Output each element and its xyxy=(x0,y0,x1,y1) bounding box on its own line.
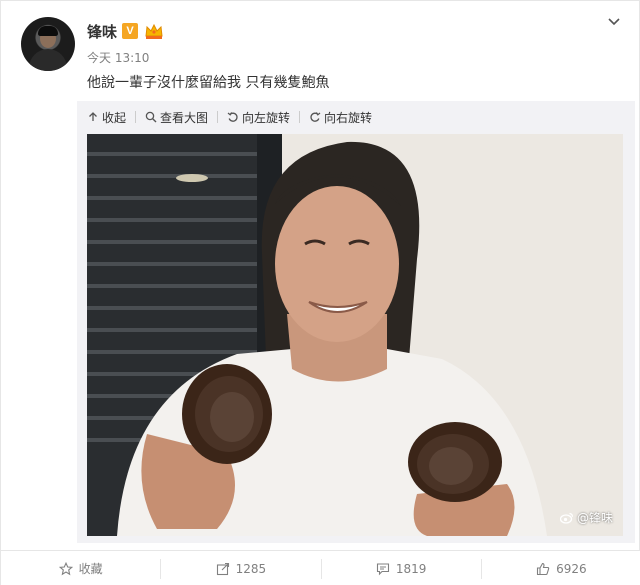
avatar-hair-shape xyxy=(38,26,58,36)
photo-illustration xyxy=(87,134,623,536)
comment-icon xyxy=(376,562,389,575)
rotate-left-label: 向左旋转 xyxy=(242,110,291,125)
view-large-label: 查看大图 xyxy=(160,110,209,125)
post-action-bar: 收藏 1285 1819 6926 xyxy=(1,550,640,585)
post-text: 他說一輩子沒什麼留給我 只有幾隻鮑魚 xyxy=(87,75,330,91)
weibo-logo-icon xyxy=(559,512,574,524)
verified-badge-icon: V xyxy=(122,23,138,39)
chevron-down-icon[interactable] xyxy=(607,15,621,29)
like-button[interactable]: 6926 xyxy=(480,558,640,579)
post-photo[interactable]: @锋味 xyxy=(87,134,623,536)
repost-count: 1285 xyxy=(235,561,267,576)
star-icon xyxy=(58,561,73,575)
search-icon xyxy=(145,111,157,123)
rotate-left-icon xyxy=(227,112,238,122)
comment-button[interactable]: 1819 xyxy=(320,558,481,579)
thumbs-up-icon xyxy=(537,562,550,575)
media-toolbar: 收起 查看大图 向左旋转 向右旋转 xyxy=(87,107,372,127)
username[interactable]: 锋味 xyxy=(87,21,117,42)
collapse-up-icon xyxy=(89,112,97,121)
repost-icon xyxy=(216,562,229,575)
rotate-right-label: 向右旋转 xyxy=(324,110,373,125)
rotate-right-icon xyxy=(310,112,321,122)
comment-count: 1819 xyxy=(395,561,427,576)
toolbar-divider xyxy=(135,111,137,123)
favorite-button[interactable]: 收藏 xyxy=(1,559,160,579)
watermark-text: @锋味 xyxy=(576,511,613,525)
favorite-label: 收藏 xyxy=(78,562,103,576)
avatar[interactable] xyxy=(21,17,75,71)
member-crown-icon[interactable] xyxy=(144,22,164,40)
face-shape xyxy=(275,186,399,342)
rotate-left-button[interactable]: 向左旋转 xyxy=(227,109,290,126)
photo-watermark: @锋味 xyxy=(559,509,613,526)
avatar-body-shape xyxy=(29,49,67,71)
repost-button[interactable]: 1285 xyxy=(160,558,320,579)
collapse-button[interactable]: 收起 xyxy=(87,109,126,126)
toolbar-divider xyxy=(217,111,219,123)
view-large-button[interactable]: 查看大图 xyxy=(145,109,208,126)
rotate-right-button[interactable]: 向右旋转 xyxy=(309,109,372,126)
weibo-post-card: 锋味 V 今天 13:10 他說一輩子沒什麼留給我 只有幾隻鮑魚 收起 查看大图 xyxy=(0,0,640,585)
post-timestamp[interactable]: 今天 13:10 xyxy=(87,49,149,66)
like-count: 6926 xyxy=(556,561,587,576)
collapse-label: 收起 xyxy=(102,110,127,125)
toolbar-divider xyxy=(299,111,301,123)
